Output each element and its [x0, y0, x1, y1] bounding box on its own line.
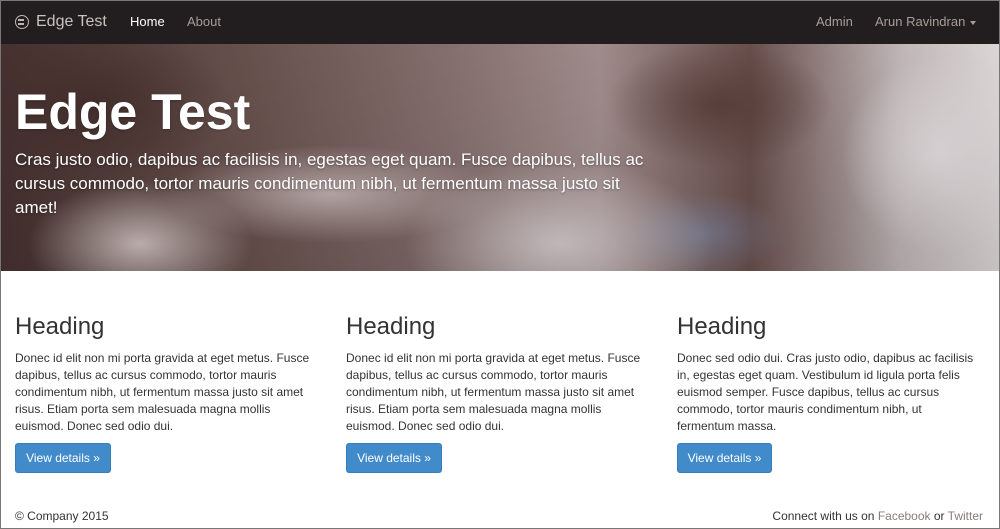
brand-title: Edge Test: [36, 13, 107, 30]
footer-or-text: or: [933, 509, 945, 523]
twitter-link[interactable]: Twitter: [948, 509, 983, 523]
user-name: Arun Ravindran: [875, 14, 966, 29]
column-heading: Heading: [15, 313, 105, 340]
column-text: Donec id elit non mi porta gravida at eg…: [346, 351, 641, 433]
footer-social: Connect with us on Facebook or Twitter: [772, 509, 983, 523]
column-text: Donec sed odio dui. Cras justo odio, dap…: [677, 351, 974, 433]
nav-home[interactable]: Home: [130, 14, 165, 29]
column-heading: Heading: [677, 313, 767, 340]
brand-logo-icon: [15, 15, 29, 29]
hero-banner: Edge Test Cras justo odio, dapibus ac fa…: [0, 44, 1000, 271]
view-details-button[interactable]: View details »: [677, 443, 772, 473]
user-menu[interactable]: Arun Ravindran: [875, 14, 977, 29]
content-column: Heading Donec id elit non mi porta gravi…: [346, 313, 656, 473]
view-details-button[interactable]: View details »: [346, 443, 442, 473]
column-heading: Heading: [346, 313, 436, 340]
brand-link[interactable]: Edge Test: [15, 13, 107, 31]
nav-admin[interactable]: Admin: [816, 14, 853, 29]
nav-about[interactable]: About: [187, 14, 221, 29]
footer-copyright: © Company 2015: [15, 509, 109, 523]
hero-text: Cras justo odio, dapibus ac facilisis in…: [15, 150, 644, 217]
hero-title: Edge Test: [15, 84, 251, 140]
footer-connect-text: Connect with us on: [772, 509, 875, 523]
content-column: Heading Donec sed odio dui. Cras justo o…: [677, 313, 987, 473]
navbar: Edge Test Home About Admin Arun Ravindra…: [0, 0, 1000, 44]
facebook-link[interactable]: Facebook: [878, 509, 931, 523]
column-text: Donec id elit non mi porta gravida at eg…: [15, 351, 310, 433]
view-details-button[interactable]: View details »: [15, 443, 111, 473]
content-column: Heading Donec id elit non mi porta gravi…: [15, 313, 325, 473]
caret-down-icon: [970, 20, 977, 25]
